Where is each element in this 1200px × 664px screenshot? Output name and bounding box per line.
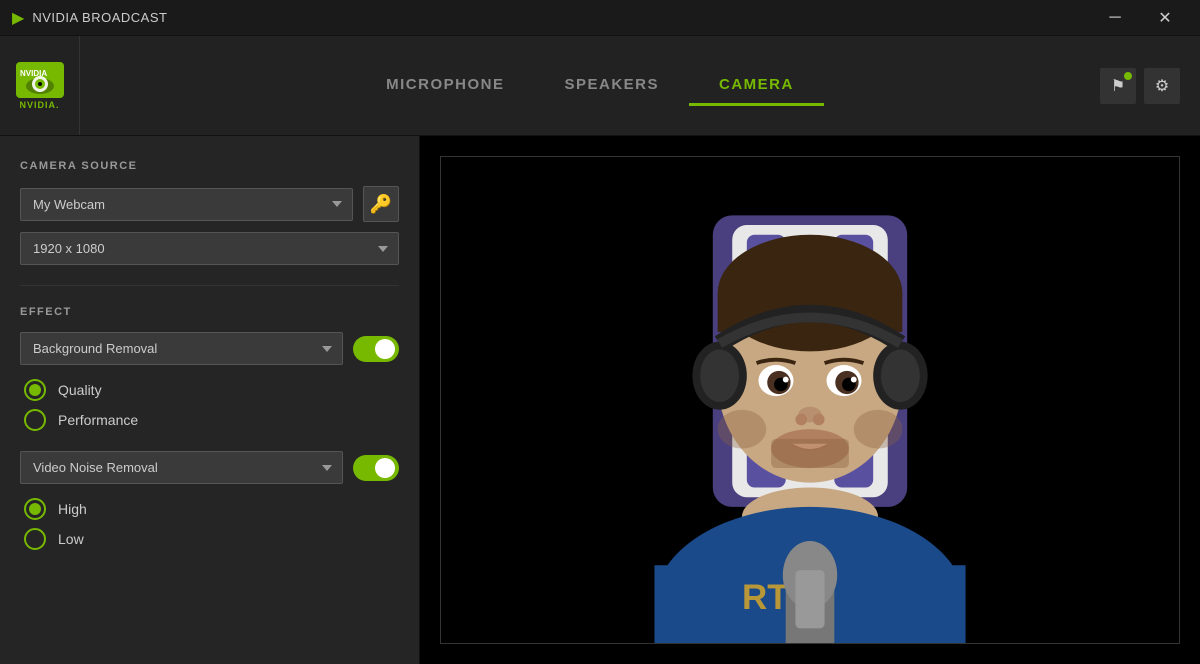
tab-speakers[interactable]: SPEAKERS — [534, 66, 689, 106]
sidebar: CAMERA SOURCE My Webcam USB Camera Virtu… — [0, 136, 420, 664]
camera-preview: RTX — [420, 136, 1200, 664]
effect2-toggle[interactable] — [353, 455, 399, 481]
nvidia-text: NVIDIA. — [19, 100, 59, 110]
quality-radio-circle — [24, 379, 46, 401]
settings-button[interactable]: ⚙ — [1144, 68, 1180, 104]
webcam-settings-button[interactable]: 🔑 — [363, 186, 399, 222]
performance-radio-label: Performance — [58, 412, 138, 428]
effect-select[interactable]: Background Removal Background Blur Virtu… — [20, 332, 343, 365]
low-radio-label: Low — [58, 531, 84, 547]
noise-removal-options: High Low — [20, 498, 399, 550]
effect-toggle-track[interactable] — [353, 336, 399, 362]
app-title: NVIDIA BROADCAST — [32, 10, 167, 25]
notifications-button[interactable]: ⚑ — [1100, 68, 1136, 104]
performance-radio-circle — [24, 409, 46, 431]
notification-icon: ⚑ — [1111, 76, 1125, 96]
divider-1 — [20, 285, 399, 286]
low-radio-circle — [24, 528, 46, 550]
preview-frame: RTX — [440, 156, 1180, 644]
webcam-select[interactable]: My Webcam USB Camera Virtual Camera — [20, 188, 353, 221]
quality-radio[interactable]: Quality — [24, 379, 399, 401]
svg-text:NVIDIA: NVIDIA — [20, 69, 47, 78]
nav-tabs: MICROPHONE SPEAKERS CAMERA — [80, 66, 1100, 106]
titlebar-controls: ─ ✕ — [1092, 3, 1188, 33]
effect2-select[interactable]: Video Noise Removal Eye Contact None — [20, 451, 343, 484]
app-container: NVIDIA NVIDIA. MICROPHONE SPEAKERS CAMER… — [0, 36, 1200, 664]
camera-source-label: CAMERA SOURCE — [20, 160, 399, 172]
effect-label: EFFECT — [20, 306, 399, 318]
high-radio[interactable]: High — [24, 498, 399, 520]
nvidia-eye-icon: NVIDIA — [16, 62, 64, 98]
camera-feed: RTX — [441, 157, 1179, 643]
high-radio-circle — [24, 498, 46, 520]
bg-removal-options: Quality Performance — [20, 379, 399, 431]
noise-removal-row: Video Noise Removal Eye Contact None — [20, 451, 399, 484]
quality-radio-label: Quality — [58, 382, 102, 398]
minimize-button[interactable]: ─ — [1092, 3, 1138, 33]
effect-toggle[interactable] — [353, 336, 399, 362]
content: CAMERA SOURCE My Webcam USB Camera Virtu… — [0, 136, 1200, 664]
webcam-gear-icon: 🔑 — [370, 194, 392, 215]
effect2-toggle-track[interactable] — [353, 455, 399, 481]
close-button[interactable]: ✕ — [1142, 3, 1188, 33]
nvidia-logo: NVIDIA NVIDIA. — [16, 62, 64, 110]
webcam-row: My Webcam USB Camera Virtual Camera 🔑 — [20, 186, 399, 222]
resolution-select[interactable]: 1920 x 1080 1280 x 720 640 x 480 — [20, 232, 399, 265]
performance-radio[interactable]: Performance — [24, 409, 399, 431]
titlebar-left: ▶ NVIDIA BROADCAST — [12, 8, 167, 28]
bg-removal-row: Background Removal Background Blur Virtu… — [20, 332, 399, 365]
gear-icon: ⚙ — [1155, 76, 1169, 96]
logo-area: NVIDIA NVIDIA. — [0, 36, 80, 135]
header-actions: ⚑ ⚙ — [1100, 68, 1180, 104]
app-icon: ▶ — [12, 8, 24, 28]
high-radio-label: High — [58, 501, 87, 517]
tab-microphone[interactable]: MICROPHONE — [356, 66, 534, 106]
resolution-row: 1920 x 1080 1280 x 720 640 x 480 — [20, 232, 399, 265]
low-radio[interactable]: Low — [24, 528, 399, 550]
titlebar: ▶ NVIDIA BROADCAST ─ ✕ — [0, 0, 1200, 36]
tab-camera[interactable]: CAMERA — [689, 66, 824, 106]
header: NVIDIA NVIDIA. MICROPHONE SPEAKERS CAMER… — [0, 36, 1200, 136]
